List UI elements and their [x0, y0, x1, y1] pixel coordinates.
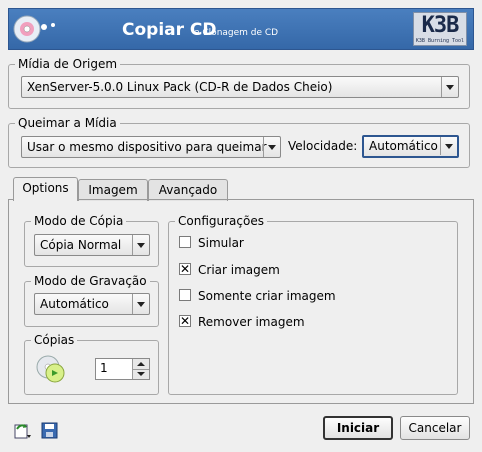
tab-options[interactable]: Options	[13, 177, 78, 201]
remove-image-label: Remover imagem	[198, 315, 305, 329]
speed-combo[interactable]: Automático	[362, 135, 459, 158]
dialog-subtitle: e Clonagem de CD	[194, 28, 279, 38]
stepper-down-icon[interactable]	[133, 369, 149, 379]
cd-copy-icon	[13, 15, 55, 43]
tab-avancado-label: Avançado	[158, 183, 218, 197]
burn-media-label: Queimar a Mídia	[15, 116, 120, 130]
remove-image-checkbox[interactable]: ✕	[179, 315, 191, 327]
tab-imagem-label: Imagem	[88, 183, 138, 197]
copies-stepper[interactable]: 1	[95, 358, 150, 380]
burn-device-combo[interactable]: Usar o mesmo dispositivo para queimar	[21, 136, 281, 158]
copy-mode-label: Modo de Cópia	[31, 214, 127, 228]
burn-device-value: Usar o mesmo dispositivo para queimar	[27, 140, 267, 154]
chevron-down-icon	[440, 137, 457, 155]
copies-value: 1	[100, 361, 108, 375]
stepper-buttons	[132, 359, 149, 379]
copy-mode-value: Cópia Normal	[40, 238, 122, 252]
load-settings-icon[interactable]	[12, 420, 32, 440]
source-media-value: XenServer-5.0.0 Linux Pack (CD-R de Dado…	[27, 80, 333, 94]
logo-caption: K3B Burning Tool	[415, 38, 465, 44]
start-button[interactable]: Iniciar	[323, 416, 393, 440]
chevron-down-icon	[132, 294, 149, 314]
logo-text: K3B	[421, 13, 460, 38]
chevron-down-icon	[441, 77, 458, 97]
tab-avancado[interactable]: Avançado	[148, 179, 228, 201]
save-settings-icon[interactable]	[40, 420, 60, 440]
write-mode-label: Modo de Gravação	[31, 274, 150, 288]
only-create-image-label: Somente criar imagem	[198, 289, 336, 303]
write-mode-combo[interactable]: Automático	[34, 293, 150, 315]
header-banner: Copiar CD e Clonagem de CD K3B K3B Burni…	[8, 8, 474, 50]
k3b-logo: K3B K3B Burning Tool	[413, 12, 467, 46]
copy-mode-combo[interactable]: Cópia Normal	[34, 234, 150, 256]
tab-imagem[interactable]: Imagem	[78, 179, 148, 201]
create-image-label: Criar imagem	[198, 263, 280, 277]
copies-label: Cópias	[31, 333, 78, 347]
simulate-checkbox[interactable]	[179, 236, 191, 248]
write-mode-value: Automático	[40, 297, 109, 311]
cancel-button[interactable]: Cancelar	[400, 416, 470, 440]
source-media-label: Mídia de Origem	[15, 57, 121, 71]
tab-options-label: Options	[22, 181, 69, 195]
create-image-checkbox[interactable]: ✕	[179, 263, 191, 275]
speed-label: Velocidade:	[288, 139, 358, 153]
chevron-down-icon	[132, 235, 149, 255]
cancel-button-label: Cancelar	[408, 421, 462, 435]
simulate-label: Simular	[198, 236, 244, 250]
chevron-down-icon	[263, 137, 280, 157]
source-media-combo[interactable]: XenServer-5.0.0 Linux Pack (CD-R de Dado…	[21, 76, 459, 98]
config-label: Configurações	[175, 214, 267, 228]
speed-value: Automático	[369, 139, 438, 153]
start-button-label: Iniciar	[336, 421, 380, 435]
only-create-image-checkbox[interactable]	[179, 289, 191, 301]
cd-copies-icon	[36, 355, 65, 383]
